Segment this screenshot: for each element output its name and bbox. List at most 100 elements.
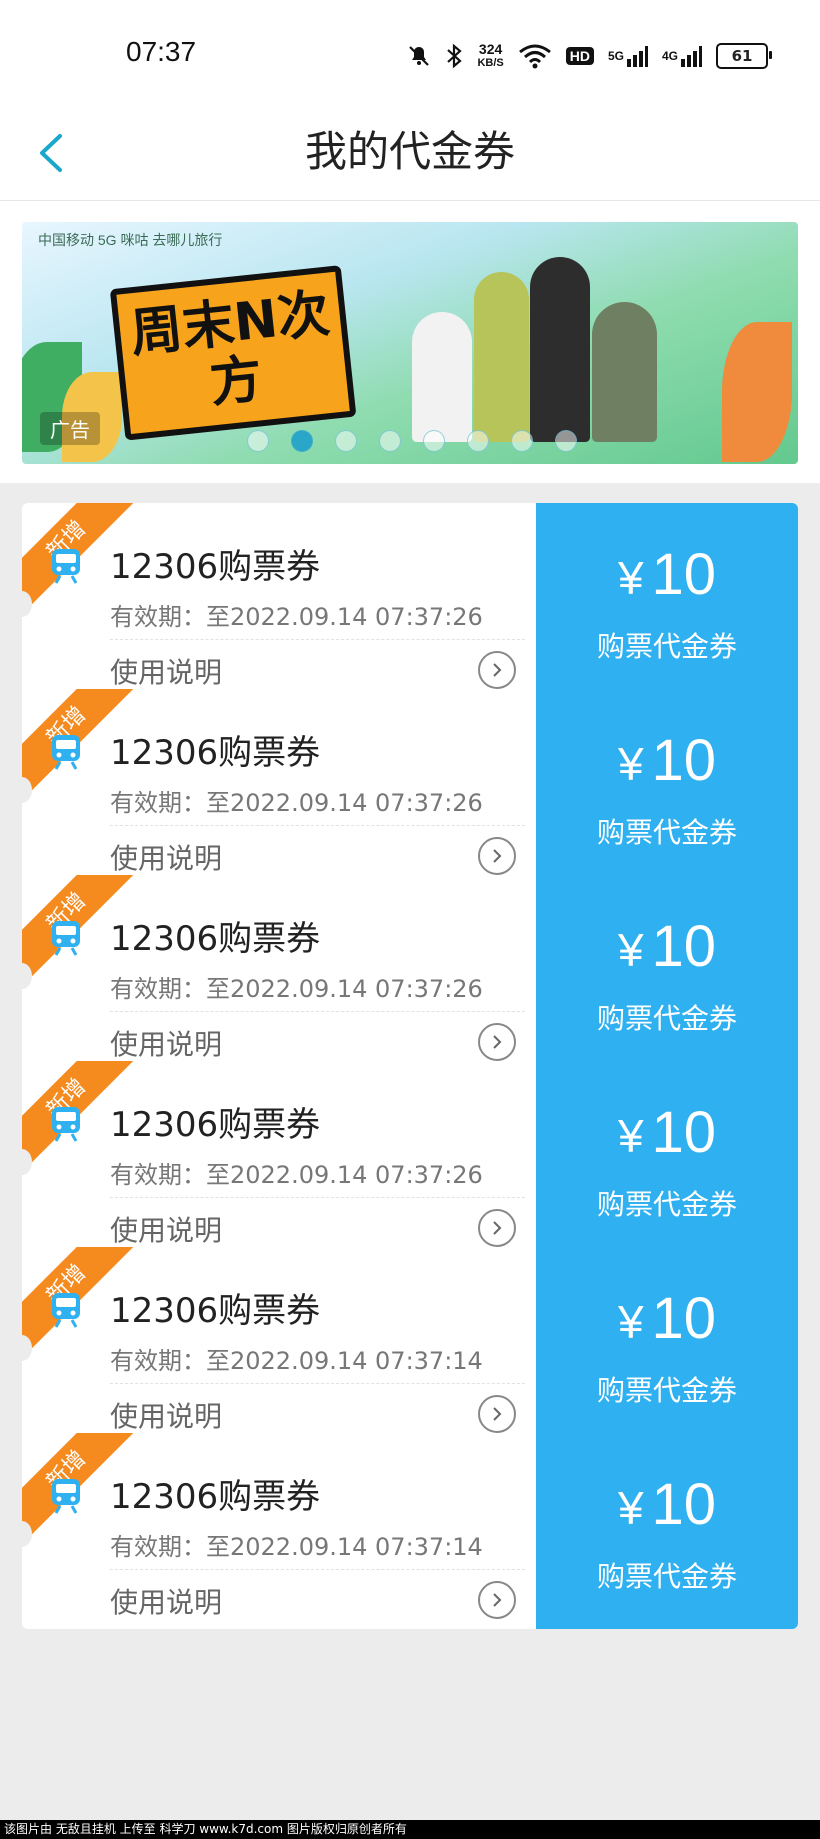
coupon-notch xyxy=(12,963,32,989)
coupon-card[interactable]: 新增 12306购票券 有效期：至2022.09.14 07:37:26 使用说明 ¥1… xyxy=(12,1061,798,1257)
coupon-price: ¥10 xyxy=(536,1099,798,1166)
coupon-info: 新增 12306购票券 有效期：至2022.09.14 07:37:26 使用说明 xyxy=(22,875,536,1071)
coupon-value: ¥10 购票代金券 xyxy=(536,1247,798,1443)
usage-instructions-link[interactable]: 使用说明 xyxy=(110,1581,222,1621)
coupon-title: 12306购票券 xyxy=(110,733,321,773)
carousel-dot[interactable] xyxy=(423,430,445,452)
coupon-price: ¥10 xyxy=(536,913,798,980)
coupon-info: 新增 12306购票券 有效期：至2022.09.14 07:37:26 使用说明 xyxy=(22,689,536,885)
net-speed: 324 KB/S xyxy=(477,42,503,70)
train-icon xyxy=(52,921,80,956)
battery-level: 61 xyxy=(731,47,753,65)
coupon-validity: 有效期：至2022.09.14 07:37:26 xyxy=(110,603,483,631)
coupon-validity: 有效期：至2022.09.14 07:37:14 xyxy=(110,1347,483,1375)
carousel-dot[interactable] xyxy=(511,430,533,452)
carousel-dot[interactable] xyxy=(335,430,357,452)
banner-headline-text: 周末N次方 xyxy=(109,265,357,441)
status-time: 07:37 xyxy=(126,36,197,67)
carousel-dot-active[interactable] xyxy=(291,430,313,452)
coupon-divider xyxy=(110,639,525,640)
coupon-type: 购票代金券 xyxy=(596,1560,737,1593)
net-speed-unit: KB/S xyxy=(477,57,504,69)
coupon-card[interactable]: 新增 12306购票券 有效期：至2022.09.14 07:37:14 使用说明 ¥1… xyxy=(12,1247,798,1443)
coupon-value: ¥10 购票代金券 xyxy=(536,875,798,1071)
coupon-type: 购票代金券 xyxy=(596,1002,737,1035)
coupon-info: 新增 12306购票券 有效期：至2022.09.14 07:37:14 使用说明 xyxy=(22,1433,536,1629)
coupon-value: ¥10 购票代金券 xyxy=(536,1061,798,1257)
carousel-dot[interactable] xyxy=(247,430,269,452)
mute-bell-icon xyxy=(407,44,431,68)
page-title: 我的代金券 xyxy=(304,127,515,176)
coupon-validity: 有效期：至2022.09.14 07:37:26 xyxy=(110,789,483,817)
coupon-card[interactable]: 新增 12306购票券 有效期：至2022.09.14 07:37:14 使用说明 ¥1… xyxy=(12,1433,798,1629)
carousel-indicator[interactable] xyxy=(247,430,577,452)
coupon-amount: 10 xyxy=(651,1472,717,1537)
coupon-type: 购票代金券 xyxy=(596,816,737,849)
train-icon xyxy=(52,735,80,770)
coupon-notch xyxy=(12,777,32,803)
person-figure xyxy=(412,312,472,442)
chevron-right-icon[interactable] xyxy=(478,1581,516,1619)
currency-symbol: ¥ xyxy=(617,552,644,604)
currency-symbol: ¥ xyxy=(617,924,644,976)
usage-instructions-link[interactable]: 使用说明 xyxy=(110,1023,222,1063)
coupon-value: ¥10 购票代金券 xyxy=(536,1433,798,1629)
coupon-price: ¥10 xyxy=(536,541,798,608)
net-speed-value: 324 xyxy=(478,41,503,57)
chevron-right-icon[interactable] xyxy=(478,837,516,875)
usage-instructions-link[interactable]: 使用说明 xyxy=(110,837,222,877)
wifi-icon xyxy=(518,43,552,69)
currency-symbol: ¥ xyxy=(617,1110,644,1162)
person-figure xyxy=(592,302,657,442)
banner-section: 中国移动 5G 咪咕 去哪儿旅行 周末N次方 广告 xyxy=(0,201,820,483)
coupon-price: ¥10 xyxy=(536,1285,798,1352)
coupon-price: ¥10 xyxy=(536,1471,798,1538)
carousel-dot[interactable] xyxy=(467,430,489,452)
person-figure xyxy=(474,272,529,442)
train-icon xyxy=(52,1107,80,1142)
coupon-type: 购票代金券 xyxy=(596,1188,737,1221)
chevron-right-icon[interactable] xyxy=(478,1209,516,1247)
ad-banner[interactable]: 中国移动 5G 咪咕 去哪儿旅行 周末N次方 广告 xyxy=(22,222,798,464)
train-icon xyxy=(52,1293,80,1328)
coupon-notch xyxy=(12,1521,32,1547)
coupon-notch xyxy=(12,1335,32,1361)
coupon-card[interactable]: 新增 12306购票券 有效期：至2022.09.14 07:37:26 使用说明 ¥1… xyxy=(12,875,798,1071)
carousel-dot[interactable] xyxy=(379,430,401,452)
usage-instructions-link[interactable]: 使用说明 xyxy=(110,1395,222,1435)
coupon-title: 12306购票券 xyxy=(110,547,321,587)
carousel-dot[interactable] xyxy=(555,430,577,452)
coupon-validity: 有效期：至2022.09.14 07:37:26 xyxy=(110,975,483,1003)
usage-instructions-link[interactable]: 使用说明 xyxy=(110,1209,222,1249)
coupon-amount: 10 xyxy=(651,728,717,793)
chevron-right-icon[interactable] xyxy=(478,1023,516,1061)
coupon-type: 购票代金券 xyxy=(596,1374,737,1407)
coupon-info: 新增 12306购票券 有效期：至2022.09.14 07:37:26 使用说明 xyxy=(22,1061,536,1257)
usage-instructions-link[interactable]: 使用说明 xyxy=(110,651,222,691)
ad-label: 广告 xyxy=(40,412,100,445)
banner-people-illustration xyxy=(412,252,662,442)
person-figure xyxy=(530,257,590,442)
status-icons: 324 KB/S HD 5G 4G 61 xyxy=(407,36,772,76)
bluetooth-icon xyxy=(445,43,463,69)
leaf-decoration xyxy=(722,322,792,462)
chevron-right-icon[interactable] xyxy=(478,1395,516,1433)
hd-icon: HD xyxy=(565,47,594,65)
coupon-list: 新增 12306购票券 有效期：至2022.09.14 07:37:26 使用说明 ¥1… xyxy=(0,483,820,1839)
coupon-card[interactable]: 新增 12306购票券 有效期：至2022.09.14 07:37:26 使用说明 ¥1… xyxy=(12,503,798,699)
coupon-info: 新增 12306购票券 有效期：至2022.09.14 07:37:26 使用说明 xyxy=(22,503,536,699)
watermark-text: 该图片由 无敌且挂机 上传至 科学刀 www.k7d.com 图片版权归原创者所… xyxy=(0,1820,820,1839)
coupon-divider xyxy=(110,1383,525,1384)
signal-5g-icon: 5G xyxy=(608,45,648,67)
coupon-amount: 10 xyxy=(651,1286,717,1351)
coupon-card[interactable]: 新增 12306购票券 有效期：至2022.09.14 07:37:26 使用说明 ¥1… xyxy=(12,689,798,885)
coupon-amount: 10 xyxy=(651,914,717,979)
banner-sponsors: 中国移动 5G 咪咕 去哪儿旅行 xyxy=(38,232,223,248)
coupon-title: 12306购票券 xyxy=(110,1105,321,1145)
status-bar: 07:37 324 KB/S HD 5G 4G 61 xyxy=(0,0,820,100)
currency-symbol: ¥ xyxy=(617,1482,644,1534)
banner-headline: 周末N次方 xyxy=(109,265,357,441)
chevron-right-icon[interactable] xyxy=(478,651,516,689)
coupon-price: ¥10 xyxy=(536,727,798,794)
nav-bar: 我的代金券 xyxy=(0,100,820,201)
